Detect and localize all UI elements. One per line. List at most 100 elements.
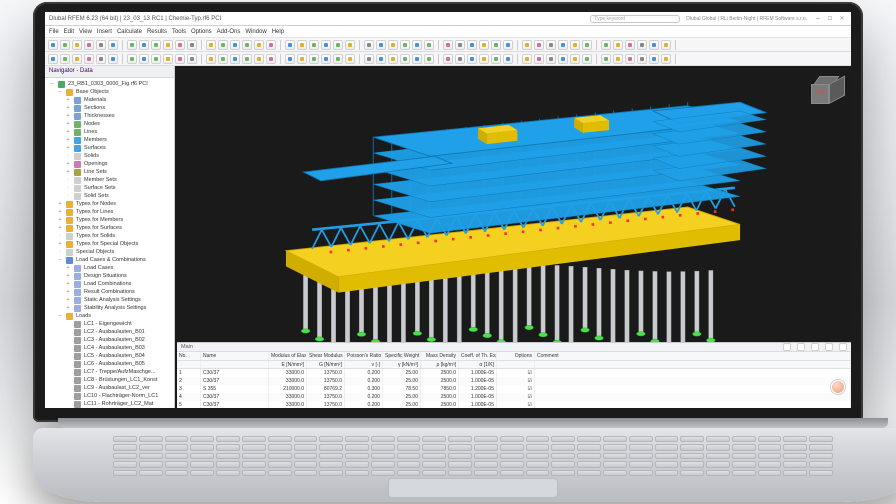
toolbar-button[interactable]	[345, 54, 355, 64]
toolbar-button[interactable]	[242, 40, 252, 50]
table-row[interactable]: 3S 355210000.080769.20.30078.507850.01.2…	[177, 385, 851, 393]
toolbar-button[interactable]	[163, 40, 173, 50]
dp-tool-2[interactable]	[797, 343, 805, 351]
tree-item[interactable]: ·Solid Sets	[49, 192, 172, 200]
menu-window[interactable]: Window	[245, 29, 266, 35]
toolbar-button[interactable]	[218, 40, 228, 50]
menu-insert[interactable]: Insert	[97, 29, 112, 35]
tree-item[interactable]: ·Special Objects	[49, 248, 172, 256]
toolbar-button[interactable]	[163, 54, 173, 64]
toolbar-button[interactable]	[297, 54, 307, 64]
tree-item[interactable]: LC10 - Flachträger-Norm_LC1	[49, 392, 172, 400]
toolbar-button[interactable]	[455, 54, 465, 64]
toolbar-button[interactable]	[424, 40, 434, 50]
toolbar-button[interactable]	[534, 54, 544, 64]
minimize-button[interactable]: –	[813, 15, 823, 23]
menu-help[interactable]: Help	[272, 29, 284, 35]
toolbar-button[interactable]	[127, 54, 137, 64]
toolbar-button[interactable]	[254, 40, 264, 50]
toolbar-button[interactable]	[108, 40, 118, 50]
toolbar-button[interactable]	[534, 40, 544, 50]
tree-item[interactable]: +Types for Special Objects	[49, 240, 172, 248]
tree-item[interactable]: LC7 - Treppe/AufzMaschge...	[49, 368, 172, 376]
toolbar-button[interactable]	[546, 54, 556, 64]
toolbar-button[interactable]	[412, 54, 422, 64]
toolbar-button[interactable]	[139, 40, 149, 50]
toolbar-button[interactable]	[613, 40, 623, 50]
navigator-tree[interactable]: –23_RB1_0303_0000_Fig.rf6 PCI–Base Objec…	[45, 78, 174, 408]
toolbar-button[interactable]	[649, 54, 659, 64]
toolbar-button[interactable]	[637, 40, 647, 50]
tree-item[interactable]: LC5 - Ausbaulasten_B04	[49, 352, 172, 360]
table-row[interactable]: 5C30/3733000.013750.00.20025.002500.01.0…	[177, 401, 851, 408]
toolbar-button[interactable]	[625, 40, 635, 50]
toolbar-button[interactable]	[84, 40, 94, 50]
toolbar-button[interactable]	[321, 54, 331, 64]
toolbar-button[interactable]	[582, 40, 592, 50]
tree-item[interactable]: +Result Combinations	[49, 288, 172, 296]
menu-results[interactable]: Results	[147, 29, 167, 35]
toolbar-button[interactable]	[376, 54, 386, 64]
toolbar-button[interactable]	[546, 40, 556, 50]
toolbar-button[interactable]	[491, 40, 501, 50]
tree-item[interactable]: LC3 - Ausbaulasten_B02	[49, 336, 172, 344]
tree-item[interactable]: +Members	[49, 136, 172, 144]
tree-item[interactable]: +Thicknesses	[49, 112, 172, 120]
toolbar-button[interactable]	[187, 40, 197, 50]
tree-item[interactable]: LC9 - Ausbaulast_LC2_ver	[49, 384, 172, 392]
tree-item[interactable]: +Types for Surfaces	[49, 224, 172, 232]
tree-item[interactable]: +Types for Nodes	[49, 200, 172, 208]
toolbar-button[interactable]	[285, 40, 295, 50]
toolbar-button[interactable]	[364, 54, 374, 64]
toolbar-button[interactable]	[503, 54, 513, 64]
toolbar-button[interactable]	[424, 54, 434, 64]
close-button[interactable]: ✕	[837, 15, 847, 23]
toolbar-button[interactable]	[388, 40, 398, 50]
dp-tool-5[interactable]	[839, 343, 847, 351]
toolbar-button[interactable]	[266, 54, 276, 64]
toolbar-button[interactable]	[96, 54, 106, 64]
toolbar-button[interactable]	[72, 40, 82, 50]
toolbar-button[interactable]	[48, 54, 58, 64]
toolbar-button[interactable]	[187, 54, 197, 64]
toolbar-button[interactable]	[388, 54, 398, 64]
toolbar-button[interactable]	[558, 40, 568, 50]
user-avatar-icon[interactable]	[831, 380, 845, 394]
tree-item[interactable]: +Load Cases	[49, 264, 172, 272]
toolbar-button[interactable]	[412, 40, 422, 50]
tree-item[interactable]: +Nodes	[49, 120, 172, 128]
toolbar-button[interactable]	[479, 40, 489, 50]
toolbar-button[interactable]	[400, 40, 410, 50]
toolbar-button[interactable]	[266, 40, 276, 50]
toolbar-button[interactable]	[230, 40, 240, 50]
toolbar-button[interactable]	[297, 40, 307, 50]
toolbar-button[interactable]	[139, 54, 149, 64]
tree-item[interactable]: –Load Cases & Combinations	[49, 256, 172, 264]
menu-addons[interactable]: Add-Ons	[217, 29, 241, 35]
tree-item[interactable]: +Surfaces	[49, 144, 172, 152]
toolbar-button[interactable]	[376, 40, 386, 50]
dp-tool-1[interactable]	[783, 343, 791, 351]
tree-item[interactable]: LC11 - Rohrträger_LC2_Mat	[49, 400, 172, 408]
toolbar-button[interactable]	[127, 40, 137, 50]
toolbar-button[interactable]	[625, 54, 635, 64]
toolbar-button[interactable]	[582, 54, 592, 64]
tree-item[interactable]: ·Types for Solids	[49, 232, 172, 240]
toolbar-button[interactable]	[175, 40, 185, 50]
toolbar-button[interactable]	[400, 54, 410, 64]
toolbar-button[interactable]	[467, 54, 477, 64]
tree-item[interactable]: +Types for Lines	[49, 208, 172, 216]
toolbar-button[interactable]	[285, 54, 295, 64]
menu-calculate[interactable]: Calculate	[117, 29, 142, 35]
tree-item[interactable]: ·Solids	[49, 152, 172, 160]
toolbar-button[interactable]	[503, 40, 513, 50]
toolbar-button[interactable]	[84, 54, 94, 64]
tree-item[interactable]: +Stability Analysis Settings	[49, 304, 172, 312]
tree-item[interactable]: +Load Combinations	[49, 280, 172, 288]
menu-file[interactable]: File	[49, 29, 59, 35]
toolbar-button[interactable]	[661, 40, 671, 50]
table-row[interactable]: 4C30/3733000.013750.00.20025.002500.01.0…	[177, 393, 851, 401]
toolbar-button[interactable]	[60, 54, 70, 64]
tree-item[interactable]: LC8 - Brüstungen_LC1_Konst	[49, 376, 172, 384]
toolbar-button[interactable]	[206, 40, 216, 50]
